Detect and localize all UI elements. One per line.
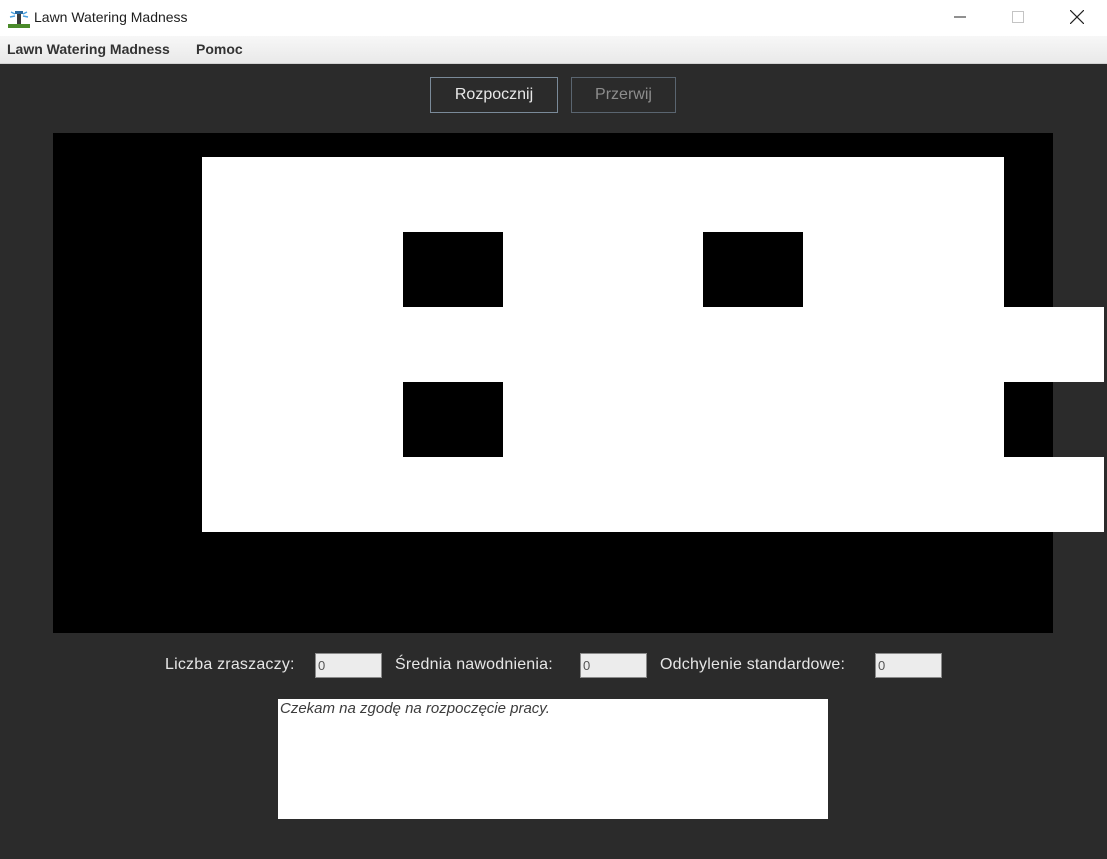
lawn-cell (904, 307, 1004, 382)
lawn-cell (603, 382, 703, 457)
sprinklers-count-label: Liczba zraszaczy: (165, 656, 295, 673)
lawn-cell (302, 232, 403, 307)
lawn-cell (202, 232, 302, 307)
lawn-cell (803, 157, 904, 232)
menu-bar: Lawn Watering Madness Pomoc (0, 36, 1107, 64)
window-title: Lawn Watering Madness (34, 9, 188, 25)
lawn-cell (803, 457, 904, 532)
minimize-icon (954, 16, 966, 18)
maximize-icon (1012, 11, 1024, 23)
lawn-cell (603, 457, 703, 532)
std-deviation-label: Odchylenie standardowe: (660, 656, 846, 673)
lawn-cell (403, 307, 503, 382)
sprinklers-count-field[interactable]: 0 (315, 653, 382, 678)
lawn-cell (803, 382, 904, 457)
log-text-area[interactable]: Czekam na zgodę na rozpoczęcie pracy. (278, 699, 828, 819)
lawn-cell (904, 457, 1004, 532)
lawn-cell (202, 457, 302, 532)
lawn-cell (302, 157, 403, 232)
lawn-cell (503, 307, 603, 382)
lawn-cell (302, 307, 403, 382)
lawn-cell (403, 457, 503, 532)
lawn-cell (503, 457, 603, 532)
lawn-cell (703, 307, 803, 382)
title-bar: Lawn Watering Madness (0, 0, 1107, 36)
lawn-cell (503, 157, 603, 232)
lawn-cell (703, 457, 803, 532)
std-deviation-field[interactable]: 0 (875, 653, 942, 678)
sprinkler-app-icon (8, 11, 30, 28)
lawn-cell (904, 157, 1004, 232)
lawn-cell (703, 157, 803, 232)
lawn-cell (202, 382, 302, 457)
menu-help[interactable]: Pomoc (196, 41, 243, 57)
maximize-button[interactable] (989, 0, 1047, 34)
lawn-cell (302, 382, 403, 457)
lawn-cell (603, 232, 703, 307)
lawn-cell (503, 382, 603, 457)
lawn-cell (1004, 307, 1104, 382)
close-button[interactable] (1048, 0, 1106, 34)
lawn-cell (603, 307, 703, 382)
lawn-grid (53, 133, 1104, 633)
lawn-cell (803, 307, 904, 382)
start-button[interactable]: Rozpocznij (430, 77, 558, 113)
lawn-cell (703, 382, 803, 457)
menu-lawn-watering-madness[interactable]: Lawn Watering Madness (7, 41, 170, 57)
lawn-cell (202, 307, 302, 382)
close-icon (1070, 10, 1084, 24)
lawn-cell (202, 157, 302, 232)
lawn-cell (503, 232, 603, 307)
lawn-cell (1004, 457, 1104, 532)
stop-button[interactable]: Przerwij (571, 77, 676, 113)
lawn-cell (302, 457, 403, 532)
lawn-cell (603, 157, 703, 232)
log-message: Czekam na zgodę na rozpoczęcie pracy. (280, 700, 550, 717)
average-watering-field[interactable]: 0 (580, 653, 647, 678)
minimize-button[interactable] (931, 0, 989, 34)
average-watering-label: Średnia nawodnienia: (395, 656, 553, 673)
lawn-cell (803, 232, 904, 307)
lawn-cell (904, 382, 1004, 457)
lawn-cell (403, 157, 503, 232)
lawn-cell (904, 232, 1004, 307)
